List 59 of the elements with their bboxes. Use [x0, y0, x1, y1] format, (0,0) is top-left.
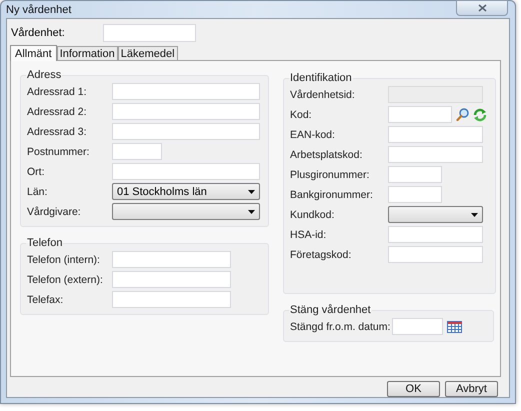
- field-label: Adressrad 1:: [27, 86, 88, 98]
- field-label: Adressrad 3:: [27, 126, 88, 138]
- group-title: Telefon: [26, 237, 64, 249]
- dropdown[interactable]: [388, 206, 483, 223]
- field-label: Ort:: [27, 166, 46, 178]
- dialog-button[interactable]: OK: [387, 381, 440, 397]
- input-field[interactable]: [388, 126, 483, 143]
- input-field[interactable]: [392, 318, 444, 335]
- field-label: Arbetsplatskod:: [290, 148, 364, 160]
- close-button[interactable]: [456, 0, 508, 16]
- field-label: Vårdenhet:: [11, 27, 66, 39]
- field-label: Adressrad 2:: [27, 106, 88, 118]
- input-field[interactable]: [388, 226, 483, 243]
- caret-icon: [471, 212, 478, 216]
- group-title: Adress: [26, 69, 62, 81]
- caret-icon: [248, 210, 255, 214]
- tab[interactable]: Allmänt: [10, 45, 57, 61]
- input-field[interactable]: [112, 123, 260, 140]
- dialog-button[interactable]: Avbryt: [445, 381, 498, 397]
- input-field[interactable]: [388, 146, 483, 163]
- caret-icon: [248, 190, 255, 194]
- refresh-icon[interactable]: [473, 108, 487, 122]
- input-field[interactable]: [112, 271, 231, 288]
- tab[interactable]: Läkemedel: [118, 46, 178, 60]
- field-label: Telefon (extern):: [27, 274, 104, 286]
- input-field[interactable]: [112, 83, 260, 100]
- field-label: Vårdenhetsid:: [290, 88, 356, 100]
- field-label: EAN-kod:: [290, 128, 336, 140]
- input-field[interactable]: [112, 143, 162, 160]
- input-field[interactable]: [103, 24, 196, 42]
- field-label: Kod:: [290, 108, 313, 120]
- field-label: Län:: [27, 186, 48, 198]
- close-icon: [478, 4, 486, 12]
- input-field[interactable]: [112, 103, 260, 120]
- field-label: Stängd fr.o.m. datum:: [290, 320, 392, 332]
- field-label: HSA-id:: [290, 228, 328, 240]
- dropdown[interactable]: [112, 203, 260, 220]
- field-label: Telefon (intern):: [27, 254, 101, 266]
- input-field[interactable]: [112, 251, 231, 268]
- input-field[interactable]: [112, 291, 231, 308]
- calendar-icon[interactable]: [447, 320, 462, 332]
- input-field[interactable]: [388, 246, 483, 263]
- field-label: Telefax:: [27, 294, 64, 306]
- field-label: Vårdgivare:: [27, 206, 82, 218]
- input-field[interactable]: [112, 163, 260, 180]
- field-label: Plusgironummer:: [290, 168, 370, 180]
- input-field[interactable]: [388, 186, 442, 203]
- group-title: Stäng vårdenhet: [289, 304, 372, 316]
- input-field[interactable]: [388, 166, 442, 183]
- field-label: Kundkod:: [290, 208, 336, 220]
- tab[interactable]: Information: [56, 46, 118, 60]
- input-field[interactable]: [388, 106, 452, 123]
- field-label: Företagskod:: [290, 248, 352, 260]
- window-title: Ny vårdenhet: [6, 4, 72, 16]
- search-icon[interactable]: [456, 108, 469, 121]
- dropdown[interactable]: 01 Stockholms län: [112, 183, 260, 200]
- field-label: Bankgironummer:: [290, 188, 374, 200]
- field-label: Postnummer:: [27, 146, 90, 158]
- group-title: Identifikation: [289, 72, 353, 84]
